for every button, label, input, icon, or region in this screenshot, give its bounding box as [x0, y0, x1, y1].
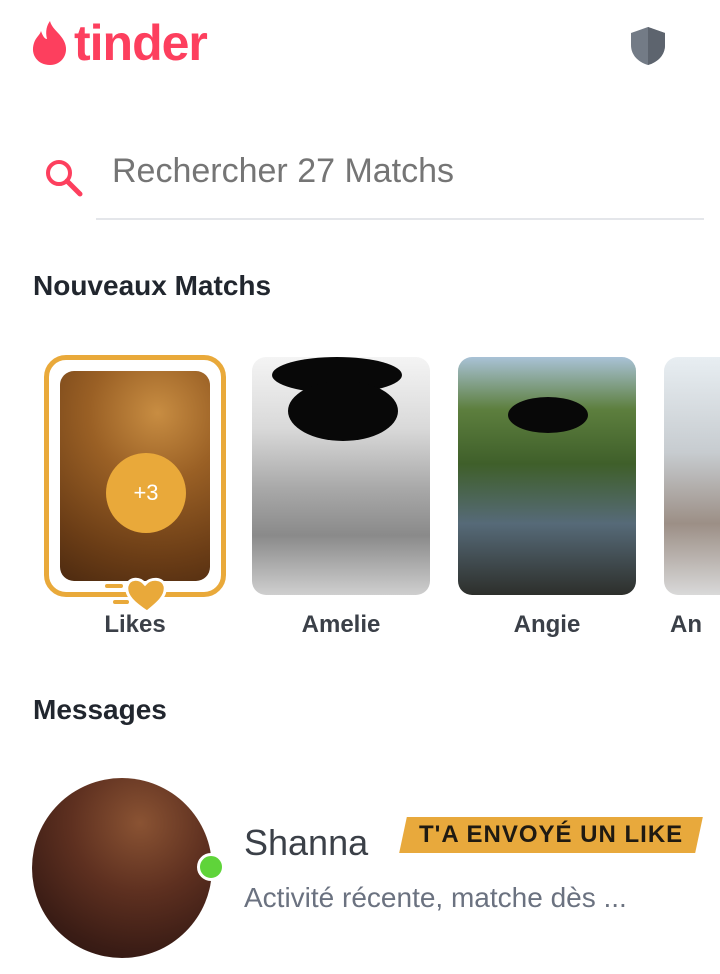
redaction-scribble — [508, 397, 588, 433]
likes-count-badge: +3 — [106, 453, 186, 533]
shield-icon[interactable] — [628, 25, 668, 67]
liked-you-badge-text: T'A ENVOYÉ UN LIKE — [419, 821, 684, 848]
match-name-angie: Angie — [513, 611, 581, 638]
app-header: tinder — [0, 0, 720, 96]
match-card-amelie[interactable] — [252, 357, 430, 595]
likes-label: Likes — [104, 611, 166, 638]
tinder-logo: tinder — [30, 15, 208, 71]
gold-heart-icon — [105, 577, 167, 614]
match-name-amelie: Amelie — [301, 611, 381, 638]
message-row[interactable]: Shanna T'A ENVOYÉ UN LIKE Activité récen… — [0, 778, 720, 968]
message-preview: Activité récente, matche dès ... — [244, 882, 627, 913]
flame-icon — [32, 21, 67, 65]
online-status-dot — [197, 853, 225, 881]
match-card-angie[interactable] — [458, 357, 636, 595]
avatar[interactable] — [32, 778, 212, 958]
new-matches-carousel[interactable]: +3 Likes Amelie Angie An — [0, 355, 720, 655]
new-matches-title: Nouveaux Matchs — [33, 270, 272, 301]
messages-title: Messages — [33, 694, 167, 725]
likes-card[interactable]: +3 — [44, 355, 226, 614]
message-sender-name: Shanna — [244, 822, 369, 863]
match-name-partial: An — [670, 611, 702, 638]
liked-you-badge: T'A ENVOYÉ UN LIKE — [399, 817, 704, 853]
search-underline — [96, 218, 704, 220]
logo-wordmark: tinder — [74, 15, 208, 71]
search-icon — [46, 160, 83, 197]
search-input[interactable] — [112, 152, 672, 191]
search-bar[interactable] — [40, 148, 704, 220]
match-card-partial[interactable] — [664, 357, 720, 595]
redaction-scribble — [288, 381, 398, 441]
likes-blurred-photo: +3 — [60, 371, 210, 581]
